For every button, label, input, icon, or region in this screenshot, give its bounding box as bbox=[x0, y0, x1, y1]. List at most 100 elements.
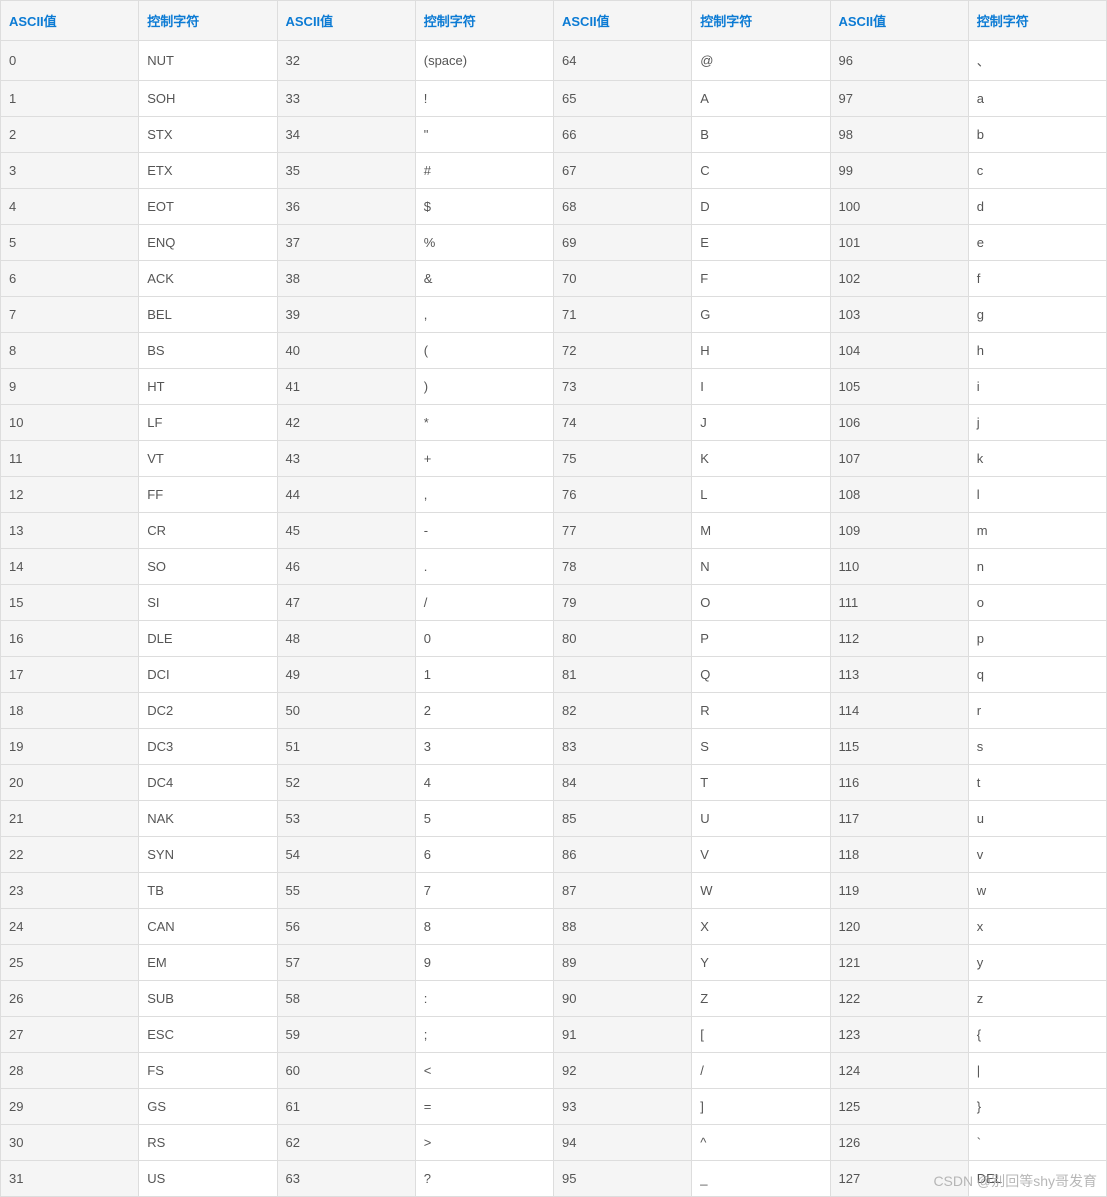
ascii-value-cell: 109 bbox=[830, 513, 968, 549]
ascii-value-cell: 79 bbox=[554, 585, 692, 621]
ascii-value-cell: 22 bbox=[1, 837, 139, 873]
column-header: 控制字符 bbox=[139, 1, 277, 41]
ascii-value-cell: 56 bbox=[277, 909, 415, 945]
char-cell: } bbox=[968, 1089, 1106, 1125]
ascii-value-cell: 98 bbox=[830, 117, 968, 153]
ascii-value-cell: 96 bbox=[830, 41, 968, 81]
ascii-value-cell: 97 bbox=[830, 81, 968, 117]
ascii-value-cell: 9 bbox=[1, 369, 139, 405]
char-cell: 6 bbox=[415, 837, 553, 873]
ascii-value-cell: 64 bbox=[554, 41, 692, 81]
char-cell: t bbox=[968, 765, 1106, 801]
ascii-value-cell: 27 bbox=[1, 1017, 139, 1053]
ascii-value-cell: 51 bbox=[277, 729, 415, 765]
char-cell: N bbox=[692, 549, 830, 585]
char-cell: & bbox=[415, 261, 553, 297]
ascii-value-cell: 28 bbox=[1, 1053, 139, 1089]
ascii-value-cell: 57 bbox=[277, 945, 415, 981]
ascii-value-cell: 91 bbox=[554, 1017, 692, 1053]
ascii-value-cell: 115 bbox=[830, 729, 968, 765]
char-cell: X bbox=[692, 909, 830, 945]
char-cell: A bbox=[692, 81, 830, 117]
ascii-value-cell: 0 bbox=[1, 41, 139, 81]
char-cell: w bbox=[968, 873, 1106, 909]
ascii-value-cell: 42 bbox=[277, 405, 415, 441]
char-cell: e bbox=[968, 225, 1106, 261]
char-cell: F bbox=[692, 261, 830, 297]
column-header: 控制字符 bbox=[692, 1, 830, 41]
char-cell: NAK bbox=[139, 801, 277, 837]
char-cell: + bbox=[415, 441, 553, 477]
table-row: 23TB55787W119w bbox=[1, 873, 1107, 909]
char-cell: 2 bbox=[415, 693, 553, 729]
ascii-value-cell: 55 bbox=[277, 873, 415, 909]
ascii-value-cell: 75 bbox=[554, 441, 692, 477]
table-row: 11VT43+75K107k bbox=[1, 441, 1107, 477]
table-row: 27ESC59;91[123{ bbox=[1, 1017, 1107, 1053]
ascii-value-cell: 93 bbox=[554, 1089, 692, 1125]
char-cell: SUB bbox=[139, 981, 277, 1017]
char-cell: b bbox=[968, 117, 1106, 153]
table-row: 7BEL39,71G103g bbox=[1, 297, 1107, 333]
char-cell: RS bbox=[139, 1125, 277, 1161]
char-cell: | bbox=[968, 1053, 1106, 1089]
char-cell: 、 bbox=[968, 41, 1106, 81]
char-cell: I bbox=[692, 369, 830, 405]
char-cell: > bbox=[415, 1125, 553, 1161]
ascii-value-cell: 86 bbox=[554, 837, 692, 873]
column-header: ASCII值 bbox=[830, 1, 968, 41]
char-cell: ^ bbox=[692, 1125, 830, 1161]
char-cell: d bbox=[968, 189, 1106, 225]
ascii-value-cell: 81 bbox=[554, 657, 692, 693]
char-cell: . bbox=[415, 549, 553, 585]
ascii-value-cell: 67 bbox=[554, 153, 692, 189]
char-cell: DC4 bbox=[139, 765, 277, 801]
ascii-value-cell: 94 bbox=[554, 1125, 692, 1161]
ascii-value-cell: 119 bbox=[830, 873, 968, 909]
ascii-value-cell: 120 bbox=[830, 909, 968, 945]
ascii-value-cell: 24 bbox=[1, 909, 139, 945]
char-cell: 9 bbox=[415, 945, 553, 981]
char-cell: R bbox=[692, 693, 830, 729]
ascii-value-cell: 4 bbox=[1, 189, 139, 225]
ascii-value-cell: 108 bbox=[830, 477, 968, 513]
ascii-value-cell: 114 bbox=[830, 693, 968, 729]
ascii-value-cell: 47 bbox=[277, 585, 415, 621]
char-cell: ESC bbox=[139, 1017, 277, 1053]
ascii-value-cell: 123 bbox=[830, 1017, 968, 1053]
ascii-value-cell: 53 bbox=[277, 801, 415, 837]
char-cell: G bbox=[692, 297, 830, 333]
char-cell: o bbox=[968, 585, 1106, 621]
char-cell: SI bbox=[139, 585, 277, 621]
char-cell: $ bbox=[415, 189, 553, 225]
ascii-value-cell: 107 bbox=[830, 441, 968, 477]
char-cell: M bbox=[692, 513, 830, 549]
char-cell: US bbox=[139, 1161, 277, 1197]
ascii-value-cell: 40 bbox=[277, 333, 415, 369]
char-cell: TB bbox=[139, 873, 277, 909]
char-cell: E bbox=[692, 225, 830, 261]
char-cell: u bbox=[968, 801, 1106, 837]
char-cell: 0 bbox=[415, 621, 553, 657]
column-header: ASCII值 bbox=[554, 1, 692, 41]
char-cell: SYN bbox=[139, 837, 277, 873]
ascii-value-cell: 61 bbox=[277, 1089, 415, 1125]
ascii-value-cell: 32 bbox=[277, 41, 415, 81]
ascii-value-cell: 33 bbox=[277, 81, 415, 117]
char-cell: _ bbox=[692, 1161, 830, 1197]
ascii-value-cell: 85 bbox=[554, 801, 692, 837]
table-row: 6ACK38&70F102f bbox=[1, 261, 1107, 297]
char-cell: z bbox=[968, 981, 1106, 1017]
char-cell: j bbox=[968, 405, 1106, 441]
ascii-value-cell: 77 bbox=[554, 513, 692, 549]
char-cell: S bbox=[692, 729, 830, 765]
ascii-value-cell: 8 bbox=[1, 333, 139, 369]
char-cell: DCI bbox=[139, 657, 277, 693]
ascii-value-cell: 15 bbox=[1, 585, 139, 621]
ascii-value-cell: 19 bbox=[1, 729, 139, 765]
char-cell: f bbox=[968, 261, 1106, 297]
char-cell: , bbox=[415, 477, 553, 513]
char-cell: " bbox=[415, 117, 553, 153]
ascii-value-cell: 44 bbox=[277, 477, 415, 513]
ascii-value-cell: 90 bbox=[554, 981, 692, 1017]
